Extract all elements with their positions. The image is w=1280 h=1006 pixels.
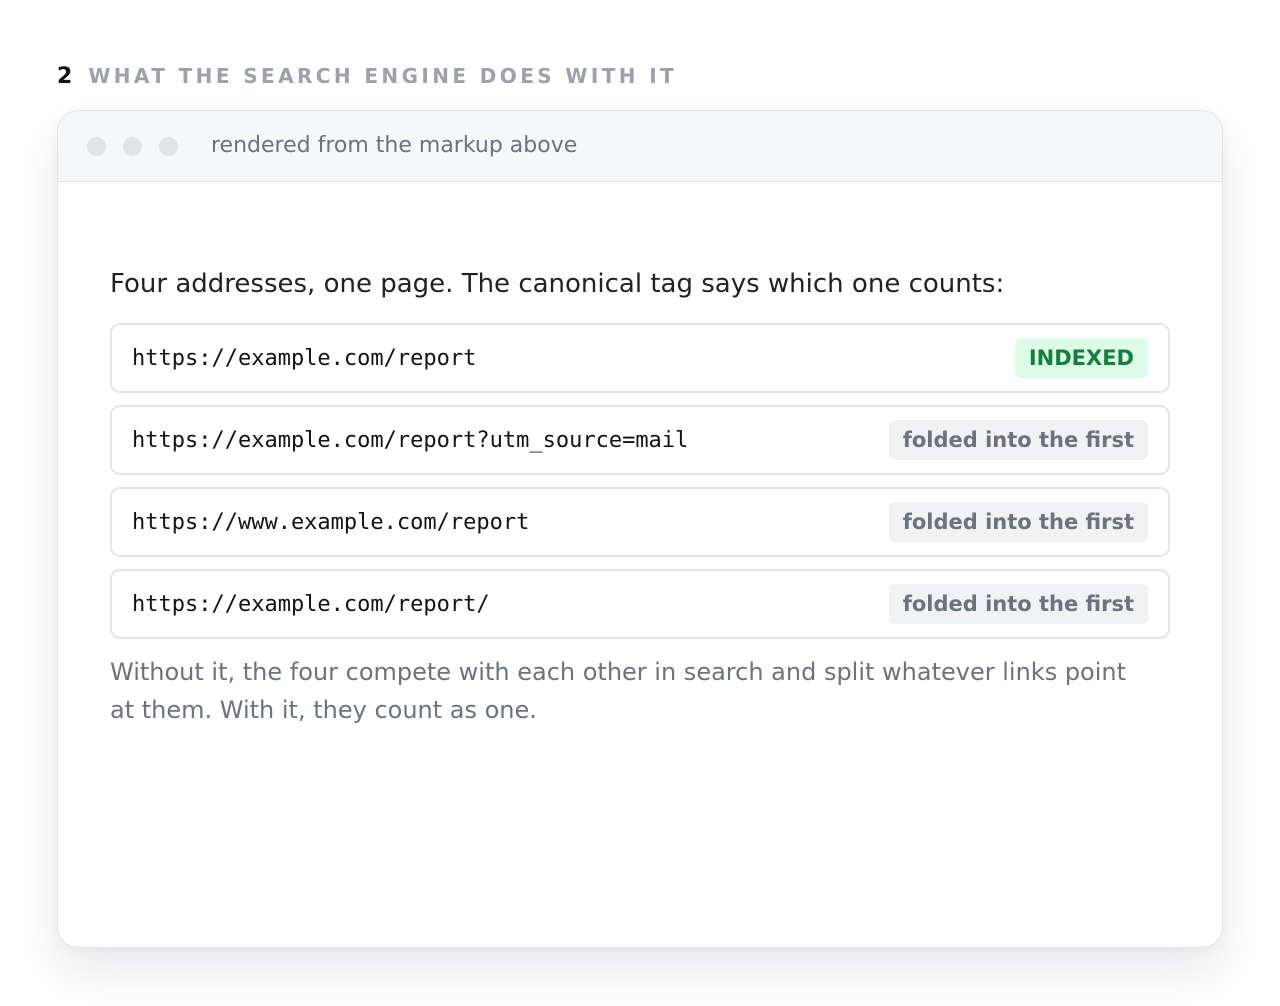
window-dot-icon [123,137,142,156]
step-number: 2 [57,63,73,89]
status-badge-folded: folded into the first [888,420,1148,460]
window-titlebar: rendered from the markup above [58,111,1222,182]
status-badge-indexed: INDEXED [1014,338,1148,378]
url-text: https://example.com/report?utm_source=ma… [132,427,689,453]
window-content: Four addresses, one page. The canonical … [110,261,1170,729]
section-title: WHAT THE SEARCH ENGINE DOES WITH IT [88,64,678,88]
browser-window: rendered from the markup above Four addr… [57,110,1223,948]
intro-text: Four addresses, one page. The canonical … [110,269,1005,299]
url-row-trailing-slash: https://example.com/report/ folded into … [110,569,1170,639]
url-text: https://example.com/report [132,345,477,371]
status-badge-folded: folded into the first [888,502,1148,542]
footnote-text: Without it, the four compete with each o… [110,658,1127,724]
window-dot-icon [159,137,178,156]
url-row-www: https://www.example.com/report folded in… [110,487,1170,557]
url-row-utm: https://example.com/report?utm_source=ma… [110,405,1170,475]
url-text: https://example.com/report/ [132,591,490,617]
section-header: 2 WHAT THE SEARCH ENGINE DOES WITH IT [57,62,677,90]
window-caption: rendered from the markup above [211,133,578,158]
status-badge-folded: folded into the first [888,584,1148,624]
url-list: https://example.com/report INDEXED https… [110,323,1170,639]
url-text: https://www.example.com/report [132,509,530,535]
url-row-canonical: https://example.com/report INDEXED [110,323,1170,393]
window-dot-icon [87,137,106,156]
